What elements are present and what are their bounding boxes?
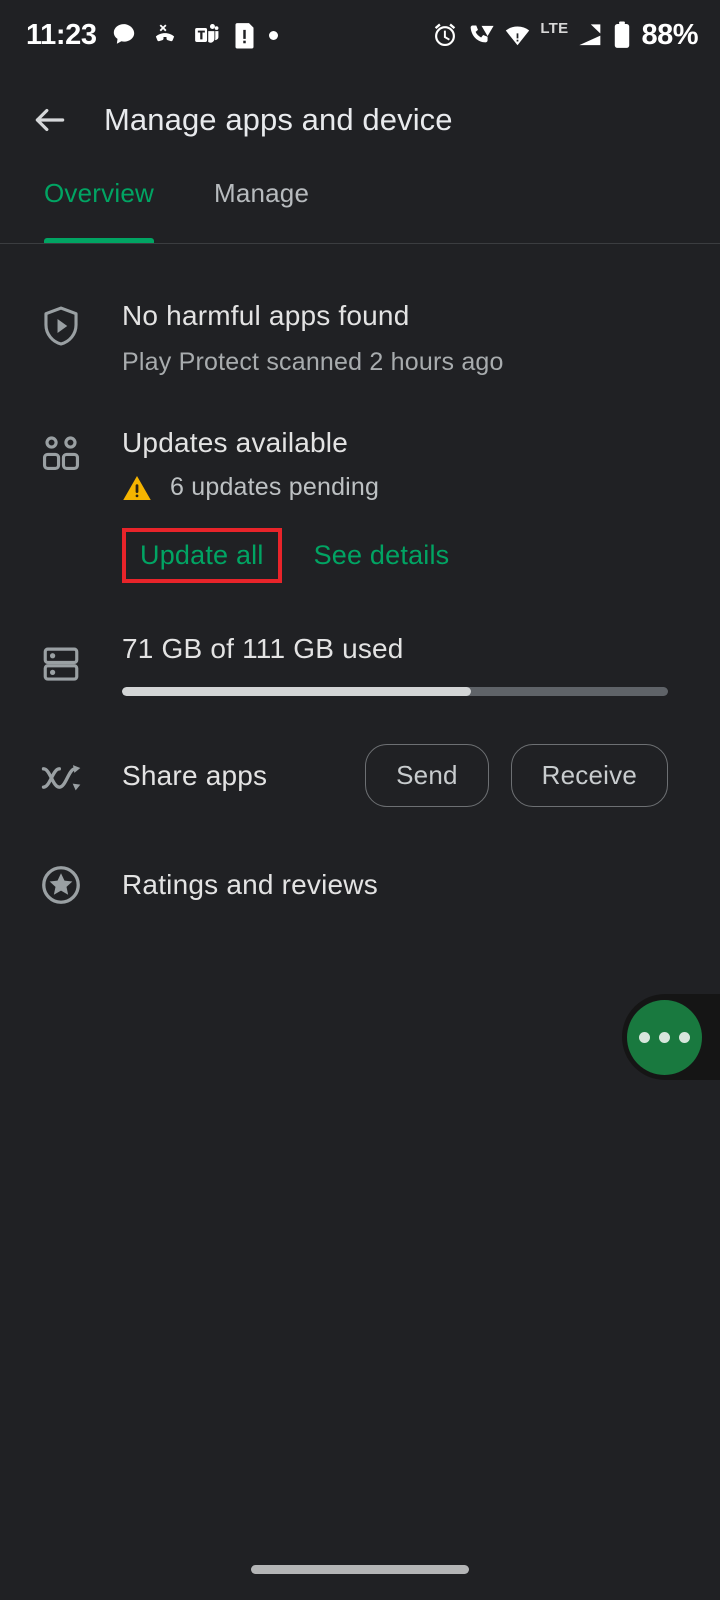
status-bar: 11:23 LTE 88% (0, 0, 720, 70)
gesture-nav-pill[interactable] (251, 1565, 469, 1574)
chat-bubble-icon (113, 24, 134, 44)
more-options-dots-icon (679, 1032, 690, 1043)
warning-triangle-icon (123, 475, 151, 500)
page-title: Manage apps and device (104, 102, 453, 137)
fab-container (622, 994, 720, 1080)
share-apps-row: Share apps Send Receive (0, 696, 720, 807)
back-arrow-icon (35, 108, 65, 132)
updates-row: Updates available 6 updates pending Upda… (0, 377, 720, 583)
status-bar-clock: 11:23 (26, 18, 97, 51)
wifi-calling-icon (470, 25, 494, 43)
battery-percent-label: 88% (641, 18, 698, 51)
updates-body: Updates available 6 updates pending Upda… (122, 427, 696, 583)
signal-bars-icon (579, 24, 601, 46)
storage-progress-fill (122, 687, 472, 696)
tab-overview[interactable]: Overview (44, 172, 154, 244)
more-options-dots-icon (659, 1032, 670, 1043)
play-protect-text: No harmful apps found Play Protect scann… (122, 300, 696, 377)
phone-screen: 11:23 LTE 88% Manage apps and device Ove… (0, 0, 720, 1600)
updates-pending-label: 6 updates pending (170, 473, 380, 501)
battery-icon (615, 21, 630, 48)
missed-call-icon (155, 24, 174, 42)
back-button[interactable] (22, 92, 78, 148)
play-protect-icon-wrap (0, 300, 122, 377)
share-apps-body: Share apps Send Receive (122, 744, 696, 807)
updates-pending-line: 6 updates pending (122, 473, 696, 502)
updates-title: Updates available (122, 427, 348, 458)
play-protect-row[interactable]: No harmful apps found Play Protect scann… (0, 244, 720, 377)
ratings-body: Ratings and reviews (122, 869, 696, 901)
storage-stack-icon (43, 647, 79, 681)
updates-icon-wrap (0, 427, 122, 583)
share-apps-buttons: Send Receive (365, 744, 668, 807)
network-type-label: LTE (540, 19, 569, 37)
status-bar-right: LTE 88% (432, 19, 698, 52)
ratings-and-reviews-label: Ratings and reviews (122, 869, 378, 900)
storage-row[interactable]: 71 GB of 111 GB used (0, 583, 720, 696)
alarm-clock-icon (435, 23, 456, 47)
updates-actions: Update all See details (122, 528, 696, 583)
storage-icon-wrap (0, 633, 122, 696)
apps-grid-icon (42, 436, 80, 471)
update-all-button[interactable]: Update all (122, 528, 282, 583)
see-details-button[interactable]: See details (302, 530, 462, 581)
microsoft-teams-icon (194, 24, 218, 43)
share-apps-icon (41, 764, 81, 790)
status-bar-left: 11:23 (26, 19, 278, 52)
wifi-icon (506, 26, 530, 46)
share-apps-label: Share apps (122, 759, 268, 791)
play-protect-title: No harmful apps found (122, 300, 410, 331)
receive-button[interactable]: Receive (510, 744, 668, 807)
share-icon-wrap (0, 759, 122, 793)
star-circle-icon (42, 866, 80, 904)
more-options-dots-icon (639, 1032, 650, 1043)
tab-overview-label: Overview (44, 178, 154, 208)
storage-title: 71 GB of 111 GB used (122, 633, 404, 664)
sim-card-alert-icon (235, 22, 254, 49)
storage-body: 71 GB of 111 GB used (122, 633, 696, 696)
tab-manage[interactable]: Manage (214, 172, 309, 244)
tab-bar: Overview Manage (0, 172, 720, 244)
more-options-fab[interactable] (627, 1000, 702, 1075)
ratings-icon-wrap (0, 863, 122, 907)
app-bar: Manage apps and device (0, 70, 720, 170)
storage-progress-bar (122, 687, 668, 696)
play-protect-shield-icon (44, 306, 78, 346)
play-protect-subtitle: Play Protect scanned 2 hours ago (122, 348, 504, 376)
send-button[interactable]: Send (365, 744, 489, 807)
more-notifications-dot-icon (268, 30, 278, 40)
tab-manage-label: Manage (213, 178, 310, 208)
overview-content: No harmful apps found Play Protect scann… (0, 244, 720, 907)
ratings-and-reviews-row[interactable]: Ratings and reviews (0, 807, 720, 907)
